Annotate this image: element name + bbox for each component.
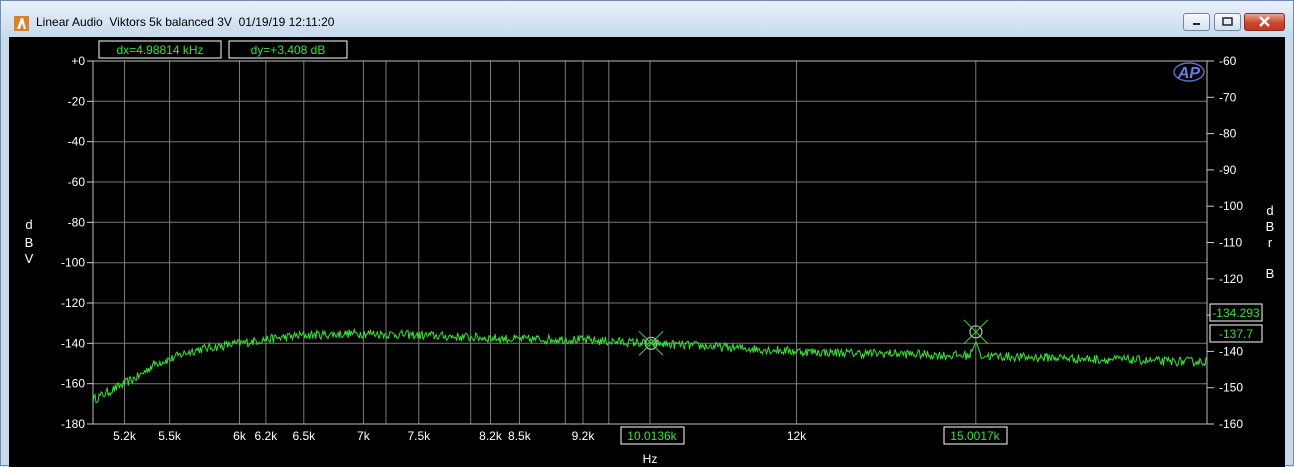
svg-text:dx=4.98814 kHz: dx=4.98814 kHz	[116, 43, 203, 57]
app-window: Linear Audio Viktors 5k balanced 3V 01/1…	[0, 0, 1294, 467]
right-tick-label: -110	[1219, 236, 1242, 250]
left-axis-label-3: V	[25, 251, 34, 266]
minimize-icon	[1193, 23, 1200, 25]
x-axis-label: Hz	[643, 452, 658, 466]
svg-text:-137.7: -137.7	[1219, 327, 1253, 341]
window-title: Linear Audio Viktors 5k balanced 3V 01/1…	[36, 15, 335, 29]
close-button[interactable]	[1244, 13, 1285, 31]
close-icon	[1259, 16, 1270, 27]
x-tick-label: 9.2k	[572, 429, 596, 443]
right-tick-label: -140	[1219, 344, 1243, 358]
ap-app-icon	[14, 16, 29, 31]
right-axis-label-1: d	[1266, 203, 1273, 218]
right-tick-label: -120	[1219, 272, 1243, 286]
right-tick-label: -100	[1219, 199, 1243, 213]
dx-readout: dx=4.98814 kHz	[98, 40, 222, 59]
cursor2-x-readout: 15.0017k	[943, 426, 1008, 445]
left-tick-label: -40	[68, 135, 86, 149]
right-value-readout-2: -137.7	[1209, 324, 1263, 343]
svg-text:10.0136k: 10.0136k	[627, 429, 677, 443]
minimize-button[interactable]	[1183, 13, 1210, 31]
x-tick-label: 7k	[357, 429, 371, 443]
right-axis-label-2: B	[1266, 219, 1275, 234]
left-tick-label: -160	[61, 377, 85, 391]
right-axis-label-3: r	[1268, 235, 1273, 250]
right-tick-label: -150	[1219, 381, 1243, 395]
left-tick-label: -180	[61, 417, 85, 431]
right-tick-label: -90	[1219, 163, 1237, 177]
x-tick-label: 6.2k	[255, 429, 279, 443]
right-tick-label: -80	[1219, 127, 1237, 141]
svg-text:dy=+3.408 dB: dy=+3.408 dB	[251, 43, 326, 57]
cursor1-x-readout: 10.0136k	[620, 426, 685, 445]
x-tick-label: 8.2k	[479, 429, 503, 443]
right-tick-label: -60	[1219, 54, 1237, 68]
x-tick-label: 5.2k	[113, 429, 137, 443]
x-tick-label: 5.5k	[158, 429, 182, 443]
x-tick-label: 6k	[233, 429, 247, 443]
left-tick-label: -80	[68, 215, 86, 229]
left-tick-label: +0	[71, 54, 85, 68]
left-tick-label: -20	[68, 94, 86, 108]
left-axis-label-2: B	[25, 235, 34, 250]
x-tick-label: 8.5k	[508, 429, 532, 443]
x-tick-label: 12k	[787, 429, 807, 443]
right-axis-label-4: B	[1266, 266, 1275, 281]
svg-text:AP: AP	[1177, 65, 1201, 82]
spectrum-graph[interactable]: +0 -20 -40 -60 -80 -100 -120 -140 -160 -180 -60 -7…	[9, 37, 1285, 467]
left-tick-label: -120	[61, 296, 85, 310]
dy-readout: dy=+3.408 dB	[228, 40, 348, 59]
svg-text:-134.293: -134.293	[1212, 306, 1260, 320]
maximize-button[interactable]	[1214, 13, 1241, 31]
maximize-icon	[1222, 17, 1233, 26]
right-tick-label: -70	[1219, 90, 1237, 104]
right-tick-label: -160	[1219, 417, 1243, 431]
left-axis-label-1: d	[25, 217, 32, 232]
title-bar[interactable]: Linear Audio Viktors 5k balanced 3V 01/1…	[1, 1, 1293, 37]
ap-logo: AP	[1173, 62, 1205, 82]
x-tick-label: 6.5k	[292, 429, 316, 443]
left-tick-label: -60	[68, 175, 86, 189]
svg-text:15.0017k: 15.0017k	[950, 429, 1000, 443]
left-tick-label: -100	[61, 256, 85, 270]
left-tick-label: -140	[61, 336, 85, 350]
x-tick-label: 7.5k	[407, 429, 431, 443]
right-value-readout-1: -134.293	[1209, 303, 1263, 322]
